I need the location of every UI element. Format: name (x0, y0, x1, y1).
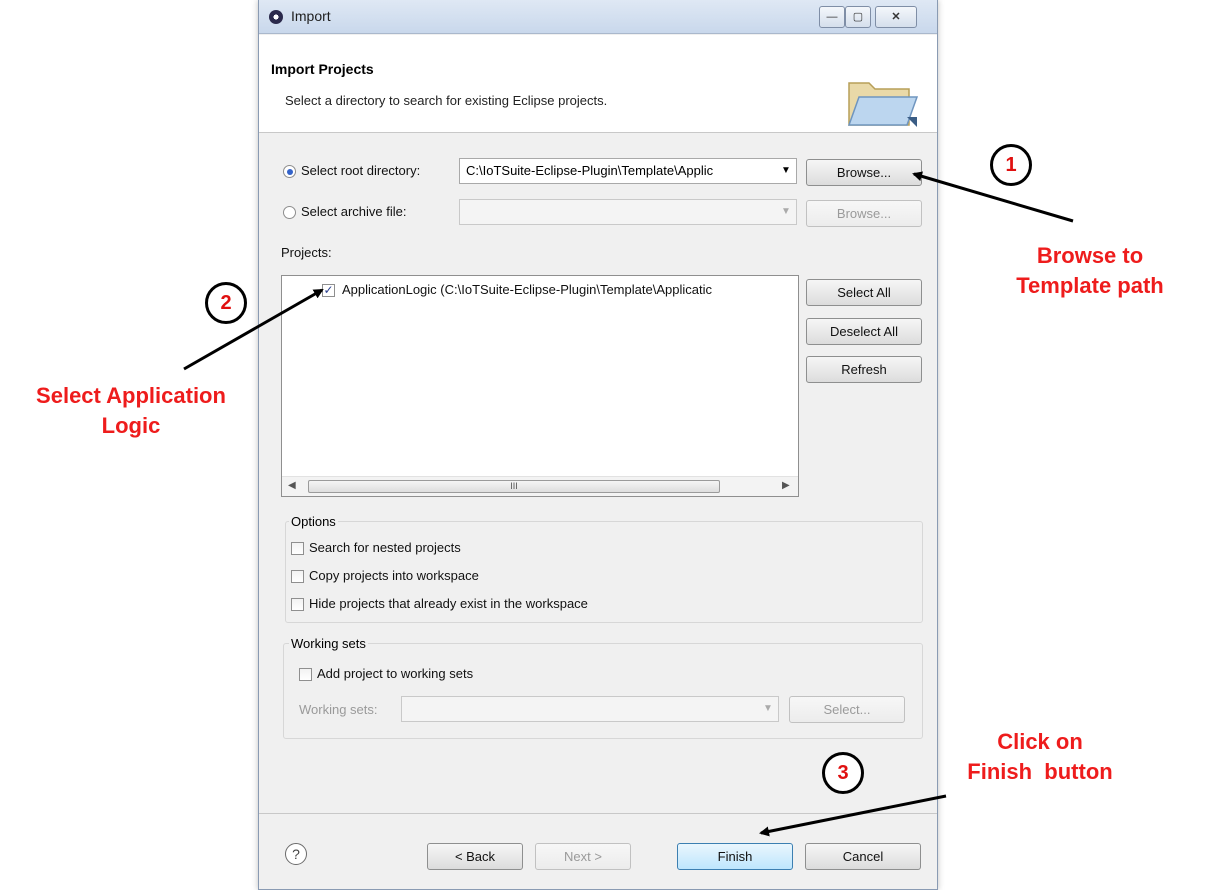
step-3-caption: Click on Finish button (930, 727, 1150, 787)
arrow-to-browse (912, 171, 1074, 223)
step-3-line2: Finish button (967, 759, 1113, 784)
step-3-badge: 3 (822, 752, 864, 794)
step-1-badge: 1 (990, 144, 1032, 186)
step-1-line1: Browse to (1036, 243, 1144, 268)
step-2-caption: Select Application Logic (0, 381, 262, 441)
step-1-caption: Browse to Template path (985, 241, 1195, 301)
step-2-line2: Logic (101, 413, 161, 438)
step-3-line1: Click on (997, 729, 1083, 754)
step-1-line2: Template path (1016, 273, 1164, 298)
step-2-badge: 2 (205, 282, 247, 324)
arrow-to-finish (759, 794, 947, 837)
step-2-line1: Select Application (36, 383, 226, 408)
